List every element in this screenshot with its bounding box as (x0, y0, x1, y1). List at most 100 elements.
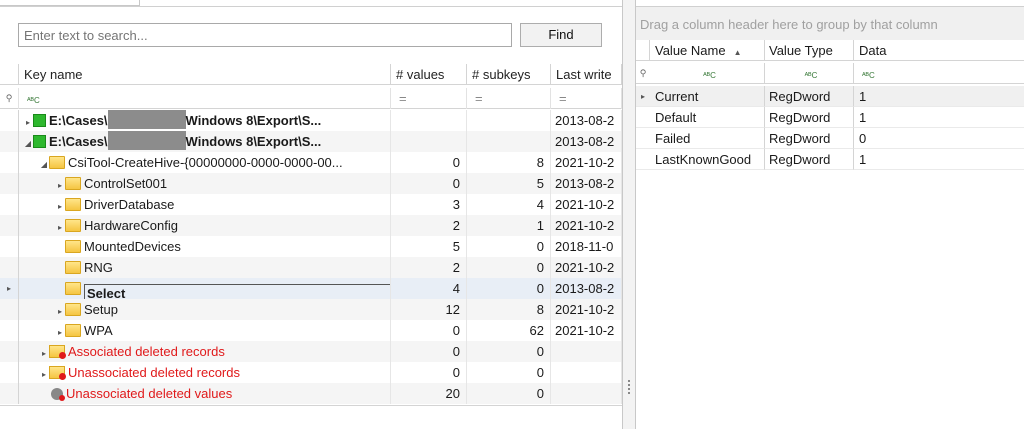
tree-row[interactable]: ▸ WPA 0 62 2021-10-2 (0, 320, 622, 341)
filter-value-name[interactable]: ᴬᴮC (650, 63, 765, 84)
column-header-value-type[interactable]: Value Type (765, 40, 854, 61)
filter-subkeys[interactable]: = (467, 88, 551, 109)
collapse-arrow-icon[interactable]: ◢ (23, 133, 33, 152)
values-filter-row: ⚲ ᴬᴮC ᴬᴮC ᴬᴮC (636, 63, 1024, 84)
value-name-cell[interactable]: Default (650, 107, 765, 128)
key-name-prefix: E:\Cases\ (49, 113, 108, 128)
column-header-data[interactable]: Data (854, 40, 1024, 61)
tree-row[interactable]: RNG 2 0 2021-10-2 (0, 257, 622, 278)
values-cell: 4 (391, 278, 467, 299)
folder-icon (65, 324, 81, 337)
filter-data[interactable]: ᴬᴮC (854, 63, 1024, 84)
last-write-cell: 2021-10-2 (551, 194, 622, 215)
filter-value-type[interactable]: ᴬᴮC (765, 63, 854, 84)
expand-arrow-icon[interactable]: ▸ (39, 343, 49, 362)
find-button[interactable]: Find (520, 23, 602, 47)
tree-row[interactable]: ▸ Associated deleted records 0 0 (0, 341, 622, 362)
value-data-cell[interactable]: 1 (854, 149, 1024, 170)
expand-arrow-icon[interactable]: ▸ (23, 112, 33, 131)
key-name-cell[interactable]: MountedDevices (19, 236, 391, 257)
expand-arrow-icon[interactable]: ▸ (55, 196, 65, 215)
folder-icon (65, 303, 81, 316)
expand-arrow-icon[interactable]: ▸ (39, 364, 49, 383)
values-cell: 2 (391, 257, 467, 278)
subkeys-cell: 5 (467, 173, 551, 194)
column-header-last-write[interactable]: Last write (551, 64, 622, 85)
subkeys-cell: 0 (467, 383, 551, 404)
tree-row[interactable]: MountedDevices 5 0 2018-11-0 (0, 236, 622, 257)
expand-arrow-icon[interactable]: ▸ (55, 175, 65, 194)
values-grid-header: Value Name ▲ Value Type Data (636, 40, 1024, 61)
value-type-cell[interactable]: RegDword (765, 128, 854, 149)
key-name-cell[interactable]: ◢ E:\Cases\ Windows 8\Export\S... (19, 131, 391, 152)
key-name-cell[interactable]: ▸ DriverDatabase (19, 194, 391, 215)
tree-row[interactable]: Unassociated deleted values 20 0 (0, 383, 622, 404)
tree-row-selected[interactable]: ▸ Select 4 0 2013-08-2 (0, 278, 622, 299)
collapse-arrow-icon[interactable]: ◢ (39, 154, 49, 173)
filter-values[interactable]: = (391, 88, 467, 109)
value-name-cell[interactable]: Failed (650, 128, 765, 149)
column-header-subkeys[interactable]: # subkeys (467, 64, 551, 85)
values-cell (391, 110, 467, 131)
search-input[interactable] (18, 23, 512, 47)
row-indicator (0, 299, 19, 320)
tree-row[interactable]: ◢ E:\Cases\ Windows 8\Export\S... 2013-08-… (0, 131, 622, 152)
group-by-panel[interactable]: Drag a column header here to group by th… (636, 6, 1024, 40)
row-indicator (0, 236, 19, 257)
key-name-cell[interactable]: ▸ ControlSet001 (19, 173, 391, 194)
tree-row[interactable]: ▸ HardwareConfig 2 1 2021-10-2 (0, 215, 622, 236)
folder-icon (65, 219, 81, 232)
splitter-grip-icon (628, 380, 630, 394)
expand-arrow-icon[interactable]: ▸ (55, 301, 65, 320)
value-row-selected[interactable]: ▸ Current RegDword 1 (636, 86, 1024, 107)
key-name-cell[interactable]: Unassociated deleted values (19, 383, 391, 404)
pane-splitter[interactable] (622, 0, 636, 429)
tree-row[interactable]: ▸ Unassociated deleted records 0 0 (0, 362, 622, 383)
key-name-label: Associated deleted records (68, 344, 225, 359)
subkeys-cell: 0 (467, 341, 551, 362)
tree-row[interactable]: ▸ Setup 12 8 2021-10-2 (0, 299, 622, 320)
values-pane: Drag a column header here to group by th… (636, 0, 1024, 429)
value-data-cell[interactable]: 1 (854, 107, 1024, 128)
key-name-cell[interactable]: Select (19, 278, 391, 299)
value-row[interactable]: LastKnownGood RegDword 1 (636, 149, 1024, 170)
value-name-cell[interactable]: LastKnownGood (650, 149, 765, 170)
text-filter-icon: ᴬᴮC (862, 71, 875, 80)
key-name-cell[interactable]: ▸ Setup (19, 299, 391, 320)
last-write-cell: 2021-10-2 (551, 299, 622, 320)
last-write-cell: 2021-10-2 (551, 257, 622, 278)
value-data-cell[interactable]: 0 (854, 128, 1024, 149)
column-header-key-name[interactable]: Key name (19, 64, 391, 85)
tree-row[interactable]: ▸ E:\Cases\ Windows 8\Export\S... 2013-08-… (0, 110, 622, 131)
value-type-cell[interactable]: RegDword (765, 86, 854, 107)
row-indicator (0, 215, 19, 236)
value-row[interactable]: Default RegDword 1 (636, 107, 1024, 128)
value-row[interactable]: Failed RegDword 0 (636, 128, 1024, 149)
filter-last-write[interactable]: = (551, 88, 622, 109)
current-row-indicator-icon: ▸ (0, 278, 19, 299)
row-indicator (0, 194, 19, 215)
value-type-cell[interactable]: RegDword (765, 107, 854, 128)
values-cell: 0 (391, 173, 467, 194)
text-filter-icon: ᴬᴮC (804, 71, 818, 80)
tree-row[interactable]: ▸ DriverDatabase 3 4 2021-10-2 (0, 194, 622, 215)
column-header-value-name[interactable]: Value Name ▲ (650, 40, 765, 61)
tree-row[interactable]: ◢ CsiTool-CreateHive-{00000000-0000-0000-… (0, 152, 622, 173)
key-name-cell[interactable]: ◢ CsiTool-CreateHive-{00000000-0000-0000-… (19, 152, 391, 173)
expand-arrow-icon[interactable]: ▸ (55, 217, 65, 236)
value-name-cell[interactable]: Current (650, 86, 765, 107)
key-name-cell[interactable]: ▸ WPA (19, 320, 391, 341)
key-name-cell[interactable]: ▸ E:\Cases\ Windows 8\Export\S... (19, 110, 391, 131)
column-header-values[interactable]: # values (391, 64, 467, 85)
key-name-cell[interactable]: ▸ HardwareConfig (19, 215, 391, 236)
value-data-cell[interactable]: 1 (854, 86, 1024, 107)
key-name-cell[interactable]: ▸ Associated deleted records (19, 341, 391, 362)
key-name-cell[interactable]: ▸ Unassociated deleted records (19, 362, 391, 383)
tree-row[interactable]: ▸ ControlSet001 0 5 2013-08-2 (0, 173, 622, 194)
value-type-cell[interactable]: RegDword (765, 149, 854, 170)
filter-key-name[interactable]: ᴬᴮC (19, 88, 391, 109)
key-name-cell[interactable]: RNG (19, 257, 391, 278)
registry-tree-pane: Find Key name # values # subkeys Last wr… (0, 0, 622, 429)
values-cell (391, 131, 467, 152)
expand-arrow-icon[interactable]: ▸ (55, 322, 65, 341)
